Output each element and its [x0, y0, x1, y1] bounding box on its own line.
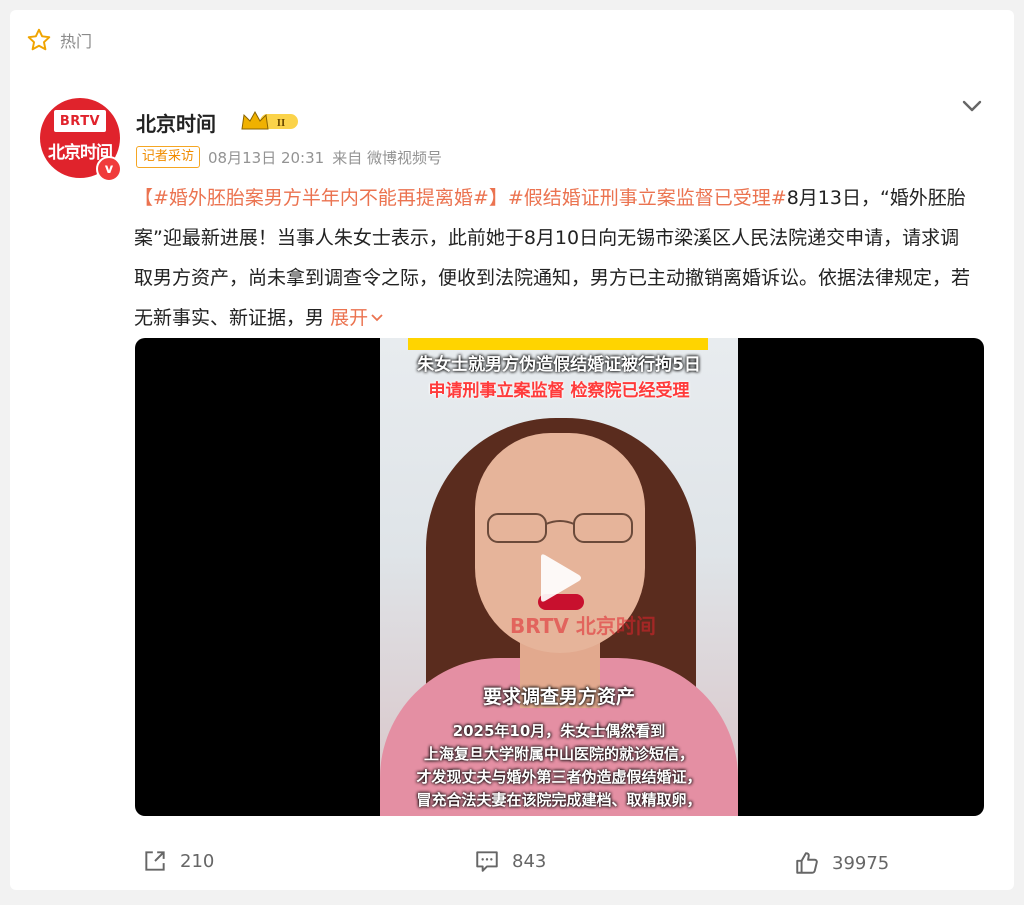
caption-line: 才发现丈夫与婚外第三者伪造虚假结婚证， [416, 768, 702, 786]
share-icon [145, 851, 165, 871]
rank-badge-text: II [277, 117, 286, 129]
action-bar: 210 843 39975 [10, 836, 1014, 886]
star-icon [27, 28, 51, 51]
video-caption-lines: 2025年10月，朱女士偶然看到 上海复旦大学附属中山医院的就诊短信， 才发现丈… [380, 720, 738, 812]
username[interactable]: 北京时间 [136, 108, 216, 137]
hot-section-header: 热门 [26, 26, 92, 54]
hashtag-link[interactable]: #假结婚证刑事立案监督已受理# [508, 187, 787, 209]
verified-badge-icon: v [96, 156, 122, 182]
video-caption-top: 朱女士就男方伪造假结婚证被行拘5日 [417, 355, 701, 375]
like-count: 39975 [832, 852, 890, 874]
caption-line: 上海复旦大学附属中山医院的就诊短信， [423, 745, 694, 763]
video-caption-mid: 要求调查男方资产 [482, 686, 635, 708]
share-button[interactable]: 210 [142, 848, 214, 874]
caption-line: 2025年10月，朱女士偶然看到 [452, 722, 666, 740]
post-card: 热门 BRTV 北京时间 v 北京时间 II 记者采访 08月13日 20:31… [10, 10, 1014, 890]
post-time[interactable]: 08月13日 20:31 [208, 147, 324, 168]
post-meta: 记者采访 08月13日 20:31 来自 微博视频号 [136, 146, 442, 168]
thumbs-up-icon [796, 852, 818, 874]
crown-badge-icon[interactable]: II [240, 109, 300, 133]
comment-button[interactable]: 843 [474, 848, 546, 874]
chevron-down-icon [371, 314, 383, 322]
caption-banner [408, 338, 708, 350]
video-watermark: BRTV 北京时间 [510, 614, 656, 638]
reporter-tag[interactable]: 记者采访 [136, 146, 201, 168]
video-caption-red: 申请刑事立案监督 检察院已经受理 [428, 381, 690, 401]
post-source[interactable]: 来自 微博视频号 [332, 147, 442, 168]
hashtag-link[interactable]: 【#婚外胚胎案男方半年内不能再提离婚#】 [134, 187, 508, 209]
share-count: 210 [180, 850, 215, 872]
glasses-icon [487, 513, 633, 543]
post-text: 【#婚外胚胎案男方半年内不能再提离婚#】#假结婚证刑事立案监督已受理#8月13日… [134, 178, 974, 338]
comment-icon [476, 851, 498, 872]
chevron-down-icon[interactable] [960, 94, 984, 118]
comment-count: 843 [512, 850, 547, 872]
hot-label: 热门 [60, 32, 93, 51]
play-icon[interactable] [535, 553, 583, 603]
caption-line: 冒充合法夫妻在该院完成建档、取精取卵， [416, 791, 702, 809]
avatar-logo: BRTV [54, 110, 106, 132]
video-player[interactable]: 朱女士就男方伪造假结婚证被行拘5日 申请刑事立案监督 检察院已经受理 BRTV … [135, 338, 984, 816]
expand-link[interactable]: 展开 [330, 307, 384, 329]
like-button[interactable]: 39975 [794, 850, 889, 876]
